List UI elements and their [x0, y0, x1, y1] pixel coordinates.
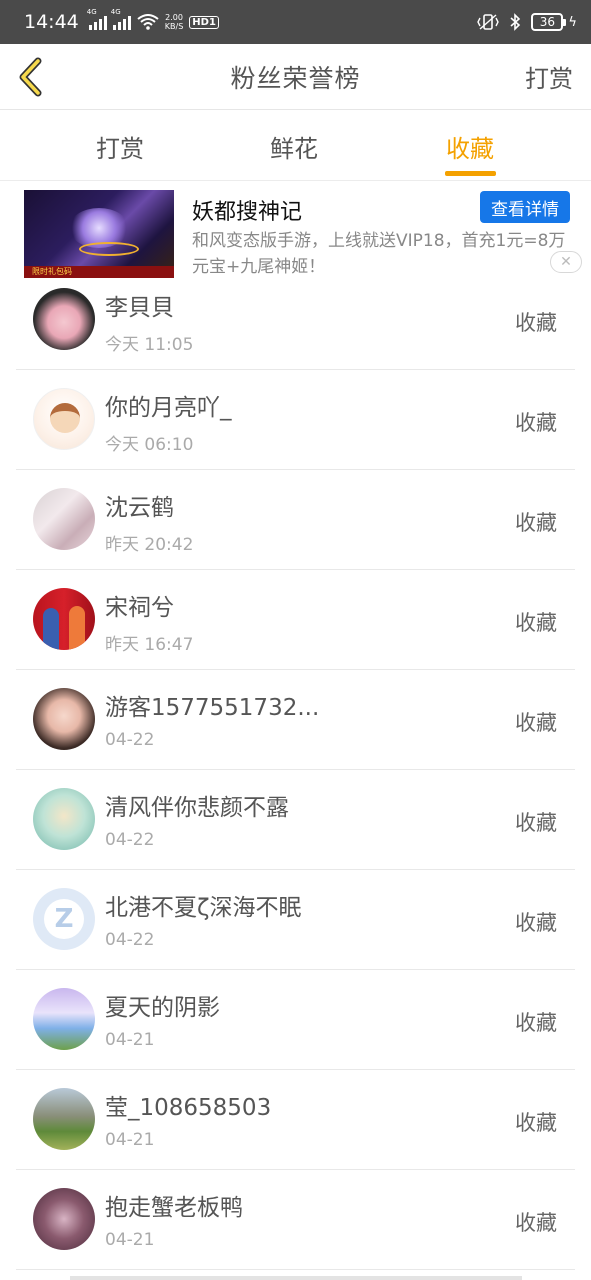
status-right: 36 ϟ [477, 13, 577, 31]
user-name: 北港不夏ζ深海不眠 [105, 895, 302, 921]
list-item[interactable]: 游客1577551732... 04-22 收藏 [0, 670, 591, 770]
action-label: 收藏 [515, 911, 557, 935]
avatar[interactable] [33, 1088, 95, 1150]
list-item[interactable]: 宋祠兮 昨天 16:47 收藏 [0, 570, 591, 670]
tab-reward[interactable]: 打赏 [96, 129, 144, 164]
list-item[interactable]: Z 北港不夏ζ深海不眠 04-22 收藏 [0, 870, 591, 970]
ad-banner[interactable]: 限时礼包码 妖都搜神记 和风变态版手游，上线就送VIP18，首充1元=8万元宝+… [0, 182, 591, 280]
charging-icon: ϟ [568, 14, 577, 30]
ad-title: 妖都搜神记 [192, 200, 303, 225]
user-name: 宋祠兮 [105, 595, 174, 621]
list-item[interactable]: 李貝貝 今天 11:05 收藏 [0, 270, 591, 370]
avatar[interactable] [33, 1188, 95, 1250]
hd-voice-icon: HD1 [189, 15, 219, 29]
user-name: 游客1577551732... [105, 695, 320, 721]
avatar[interactable]: Z [33, 888, 95, 950]
vibrate-icon [477, 14, 500, 30]
item-time: 04-21 [105, 1130, 155, 1150]
ad-image[interactable]: 限时礼包码 [24, 190, 174, 278]
network-speed: 2.00 KB/S [164, 13, 184, 31]
item-time: 04-22 [105, 830, 155, 850]
item-time: 04-22 [105, 730, 155, 750]
item-time: 昨天 16:47 [105, 635, 194, 655]
item-time: 04-21 [105, 1030, 155, 1050]
avatar[interactable] [33, 688, 95, 750]
item-time: 昨天 20:42 [105, 535, 194, 555]
list-item[interactable]: 抱走蟹老板鸭 04-21 收藏 [0, 1170, 591, 1270]
avatar[interactable] [33, 288, 95, 350]
list-item[interactable]: 你的月亮吖_ 今天 06:10 收藏 [0, 370, 591, 470]
back-arrow-icon[interactable] [14, 55, 54, 99]
list-item[interactable]: 夏天的阴影 04-21 收藏 [0, 970, 591, 1070]
tab-bar: 打赏 鲜花 收藏 [0, 111, 591, 181]
cellular-signal-icon: 4G [87, 8, 107, 30]
user-name: 李貝貝 [105, 295, 174, 321]
item-time: 今天 06:10 [105, 435, 194, 455]
battery-icon: 36 ϟ [531, 13, 577, 31]
user-name: 清风伴你悲颜不露 [105, 795, 289, 821]
reward-button[interactable]: 打赏 [525, 59, 573, 94]
item-time: 今天 11:05 [105, 335, 194, 355]
signal-indicators: 4G 4G 2.00 KB/S HD1 [87, 8, 219, 31]
ad-details-button[interactable]: 查看详情 [480, 191, 570, 223]
tab-flowers[interactable]: 鲜花 [270, 129, 318, 164]
action-label: 收藏 [515, 611, 557, 635]
tab-favorites[interactable]: 收藏 [446, 129, 494, 164]
active-tab-indicator [445, 171, 496, 176]
action-label: 收藏 [515, 511, 557, 535]
cellular-signal-icon-2: 4G [111, 8, 131, 30]
action-label: 收藏 [515, 311, 557, 335]
bluetooth-icon [510, 13, 521, 31]
user-name: 沈云鹤 [105, 495, 174, 521]
nav-bar: 粉丝荣誉榜 打赏 [0, 44, 591, 110]
user-name: 你的月亮吖_ [105, 395, 232, 421]
avatar[interactable] [33, 788, 95, 850]
favorites-list: 李貝貝 今天 11:05 收藏 你的月亮吖_ 今天 06:10 收藏 沈云鹤 昨… [0, 270, 591, 1270]
action-label: 收藏 [515, 811, 557, 835]
avatar[interactable] [33, 488, 95, 550]
page-title: 粉丝荣誉榜 [230, 63, 361, 93]
status-bar: 14:44 4G 4G 2.00 KB/S HD1 36 ϟ [0, 0, 591, 44]
action-label: 收藏 [515, 711, 557, 735]
user-name: 莹_108658503 [105, 1095, 272, 1121]
list-item[interactable]: 沈云鹤 昨天 20:42 收藏 [0, 470, 591, 570]
action-label: 收藏 [515, 1111, 557, 1135]
default-avatar-icon: Z [44, 899, 84, 939]
user-name: 夏天的阴影 [105, 995, 220, 1021]
wifi-icon [137, 14, 159, 30]
avatar[interactable] [33, 988, 95, 1050]
action-label: 收藏 [515, 1211, 557, 1235]
item-time: 04-21 [105, 1230, 155, 1250]
action-label: 收藏 [515, 411, 557, 435]
avatar[interactable] [33, 388, 95, 450]
list-item[interactable]: 莹_108658503 04-21 收藏 [0, 1070, 591, 1170]
user-name: 抱走蟹老板鸭 [105, 1195, 243, 1221]
item-time: 04-22 [105, 930, 155, 950]
status-time: 14:44 [24, 11, 79, 33]
action-label: 收藏 [515, 1011, 557, 1035]
avatar[interactable] [33, 588, 95, 650]
list-item[interactable]: 清风伴你悲颜不露 04-22 收藏 [0, 770, 591, 870]
scroll-hint [70, 1276, 522, 1280]
